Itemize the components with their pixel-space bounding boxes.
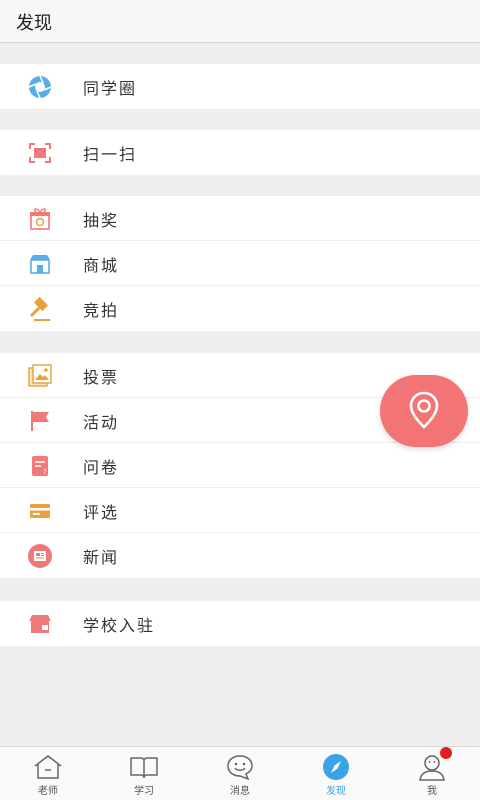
menu-item-classmates[interactable]: 同学圈 (0, 64, 480, 109)
menu-item-label: 商城 (83, 256, 120, 275)
menu-item-selection[interactable]: 评选 (0, 488, 480, 533)
header-bar: 发现 (0, 0, 480, 43)
group-scan: 扫一扫 (0, 130, 480, 175)
menu-item-scan[interactable]: 扫一扫 (0, 130, 480, 175)
page-title: 发现 (16, 13, 52, 34)
svg-text:?: ? (43, 468, 47, 476)
menu-item-label: 学校入驻 (83, 616, 156, 635)
scan-icon (29, 143, 51, 163)
shop-icon (30, 255, 50, 274)
menu-item-label: 活动 (83, 413, 120, 432)
gavel-icon (29, 296, 50, 321)
tab-discover[interactable]: 发现 (288, 747, 384, 800)
book-icon (130, 757, 158, 779)
questionnaire-icon: ? (32, 456, 48, 476)
tab-me[interactable]: 我 (384, 747, 480, 800)
tab-label: 我 (427, 786, 437, 797)
menu-item-questionnaire[interactable]: ? 问卷 (0, 443, 480, 488)
tab-label: 学习 (134, 786, 154, 797)
menu-item-label: 竞拍 (83, 301, 120, 320)
picture-vote-icon (28, 364, 52, 387)
menu-item-label: 同学圈 (83, 79, 138, 98)
menu-item-mall[interactable]: 商城 (0, 241, 480, 286)
menu-item-lottery[interactable]: 抽奖 (0, 196, 480, 241)
bottom-tab-bar: 老师 学习 消息 发现 我 (0, 746, 480, 800)
tab-label: 发现 (326, 786, 346, 797)
camera-aperture-icon (28, 75, 52, 99)
menu-item-label: 投票 (83, 368, 120, 387)
menu-item-school-join[interactable]: 学校入驻 (0, 601, 480, 646)
tab-label: 消息 (230, 786, 250, 797)
group-shopping: 抽奖 商城 竞拍 (0, 196, 480, 331)
tab-label: 老师 (38, 786, 58, 797)
menu-item-label: 问卷 (83, 458, 120, 477)
location-fab-button[interactable] (380, 375, 468, 447)
gift-icon (30, 208, 50, 230)
tab-teacher[interactable]: 老师 (0, 747, 96, 800)
school-store-icon (29, 615, 51, 633)
menu-item-label: 新闻 (83, 548, 120, 567)
news-icon (28, 544, 52, 568)
compass-icon (323, 754, 349, 780)
tab-messages[interactable]: 消息 (192, 747, 288, 800)
flag-icon (31, 411, 49, 431)
location-pin-icon (409, 391, 439, 429)
menu-item-auction[interactable]: 竞拍 (0, 286, 480, 331)
menu-item-label: 抽奖 (83, 211, 120, 230)
menu-item-news[interactable]: 新闻 (0, 533, 480, 578)
menu-item-label: 评选 (83, 503, 120, 522)
group-social: 同学圈 (0, 64, 480, 109)
home-icon (34, 755, 62, 779)
menu-item-label: 扫一扫 (83, 145, 138, 164)
chat-face-icon (227, 755, 253, 781)
notification-badge (440, 747, 452, 759)
card-icon (30, 504, 50, 518)
group-school: 学校入驻 (0, 601, 480, 646)
tab-study[interactable]: 学习 (96, 747, 192, 800)
